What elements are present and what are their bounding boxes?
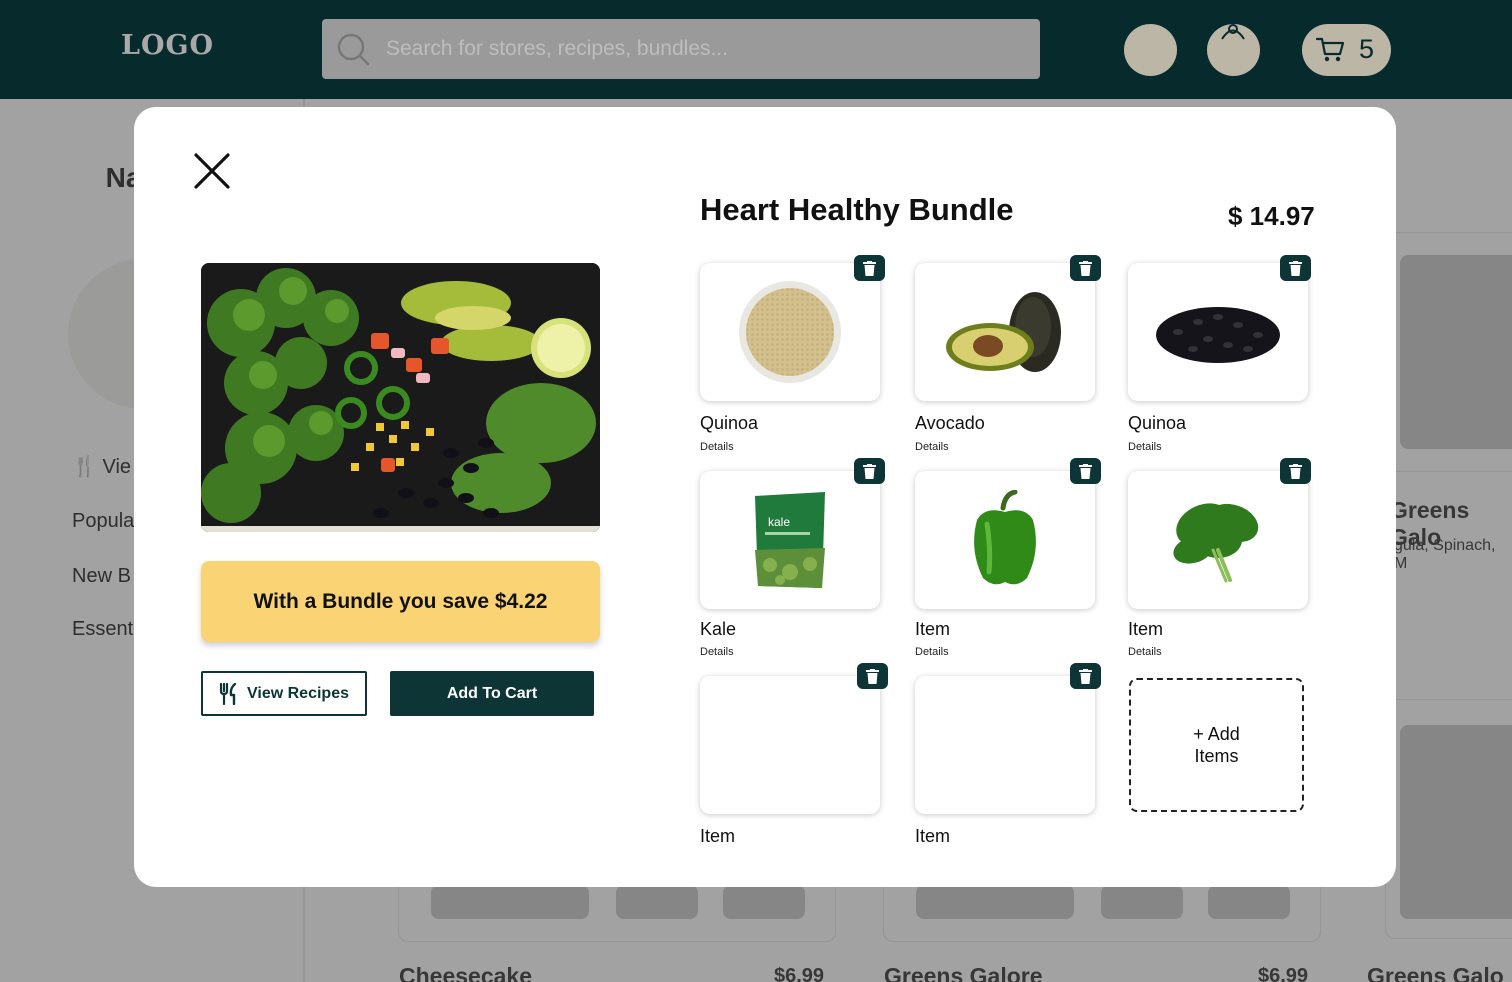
location-button[interactable] xyxy=(1124,24,1177,76)
item-name: Item xyxy=(700,826,736,846)
black-beans-image xyxy=(1128,263,1308,401)
logo[interactable]: LOGO xyxy=(121,30,214,61)
bundle-item-card[interactable] xyxy=(915,263,1095,401)
remove-item-button[interactable] xyxy=(854,458,885,484)
add-items-button[interactable]: + Add Items xyxy=(1129,678,1304,812)
item-name: Quinoa xyxy=(1128,413,1187,433)
cart-button[interactable]: 5 xyxy=(1302,24,1391,76)
close-button[interactable] xyxy=(191,150,235,194)
item-details-link[interactable]: Details xyxy=(915,646,949,658)
add-items-label-line1: + Add xyxy=(1193,724,1240,744)
bundle-item-card[interactable] xyxy=(1128,471,1308,609)
svg-text:kale: kale xyxy=(768,515,790,529)
user-icon xyxy=(1221,24,1245,40)
remove-item-button[interactable] xyxy=(1280,458,1311,484)
search-bar[interactable] xyxy=(322,19,1040,79)
bundle-item-card[interactable] xyxy=(915,471,1095,609)
view-recipes-label: View Recipes xyxy=(247,684,349,702)
green-pepper-image xyxy=(915,471,1095,609)
bundle-price: $ 14.97 xyxy=(1228,201,1315,231)
bundle-hero-image xyxy=(201,263,600,532)
bundle-item-card[interactable] xyxy=(700,676,880,814)
savings-banner: With a Bundle you save $4.22 xyxy=(201,561,600,642)
item-details-link[interactable]: Details xyxy=(1128,646,1162,658)
trash-icon xyxy=(1079,668,1092,684)
item-name: Item xyxy=(915,619,951,639)
quinoa-image xyxy=(700,263,880,401)
bundle-item-card[interactable]: kale xyxy=(700,471,880,609)
cart-icon xyxy=(1316,37,1345,62)
cart-count: 5 xyxy=(1359,34,1375,64)
remove-item-button[interactable] xyxy=(854,255,885,281)
utensils-icon xyxy=(219,682,237,705)
remove-item-button[interactable] xyxy=(857,663,888,689)
item-details-link[interactable]: Details xyxy=(915,441,949,453)
add-items-label-line2: Items xyxy=(1194,746,1239,766)
item-details-link[interactable]: Details xyxy=(700,646,734,658)
bundle-item-card[interactable] xyxy=(915,676,1095,814)
profile-button[interactable] xyxy=(1207,24,1260,76)
bundle-modal: With a Bundle you save $4.22 View Recipe… xyxy=(134,107,1396,887)
trash-icon xyxy=(1079,260,1092,276)
remove-item-button[interactable] xyxy=(1070,458,1101,484)
trash-icon xyxy=(863,260,876,276)
trash-icon xyxy=(1289,463,1302,479)
item-details-link[interactable]: Details xyxy=(700,441,734,453)
item-name: Avocado xyxy=(915,413,985,433)
item-name: Item xyxy=(915,826,951,846)
bundle-item-card[interactable] xyxy=(1128,263,1308,401)
search-icon xyxy=(337,33,370,66)
trash-icon xyxy=(1289,260,1302,276)
trash-icon xyxy=(1079,463,1092,479)
remove-item-button[interactable] xyxy=(1280,255,1311,281)
remove-item-button[interactable] xyxy=(1070,255,1101,281)
add-to-cart-button[interactable]: Add To Cart xyxy=(390,671,594,716)
close-icon xyxy=(194,153,230,189)
item-name: Kale xyxy=(700,619,737,639)
trash-icon xyxy=(866,668,879,684)
spinach-image xyxy=(1128,471,1308,609)
kale-image: kale xyxy=(700,471,880,609)
top-header: LOGO 5 xyxy=(0,0,1512,99)
bundle-item-card[interactable] xyxy=(700,263,880,401)
avocado-image xyxy=(915,263,1095,401)
view-recipes-button[interactable]: View Recipes xyxy=(201,671,367,716)
remove-item-button[interactable] xyxy=(1070,663,1101,689)
search-input[interactable] xyxy=(386,19,1026,79)
bundle-title: Heart Healthy Bundle xyxy=(700,192,1014,227)
item-name: Quinoa xyxy=(700,413,759,433)
item-name: Item xyxy=(1128,619,1164,639)
trash-icon xyxy=(863,463,876,479)
item-details-link[interactable]: Details xyxy=(1128,441,1162,453)
